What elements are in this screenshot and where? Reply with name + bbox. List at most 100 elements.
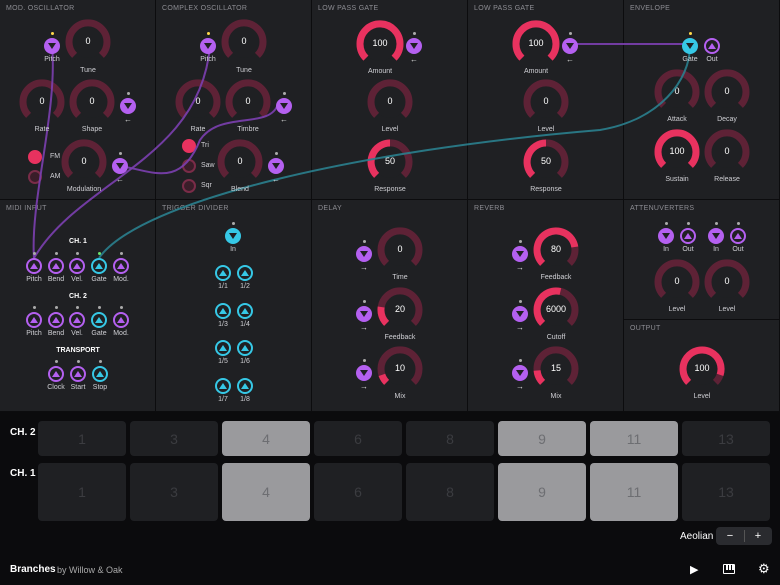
seq-ch2-step-3[interactable]: 3 <box>130 421 218 456</box>
knob-mod-rate[interactable]: 0 <box>17 77 67 127</box>
port-delay-time-in-jack[interactable] <box>356 246 372 262</box>
port-midi-ch2-pitch-jack[interactable] <box>26 312 42 328</box>
knob-mod-modulation[interactable]: 0 <box>59 137 109 187</box>
port-mod-shape-in-jack[interactable] <box>120 98 136 114</box>
knob-delay-time[interactable]: 0 <box>375 225 425 275</box>
sqr-toggle[interactable] <box>182 179 196 193</box>
port-div-1-6-jack[interactable] <box>237 340 253 356</box>
seq-ch2-step-8[interactable]: 8 <box>406 421 494 456</box>
port-midi-ch1-bend-jack[interactable] <box>48 258 64 274</box>
knob-lpg2-response[interactable]: 50 <box>521 137 571 187</box>
seq-ch1-step-6[interactable]: 6 <box>314 463 402 521</box>
port-delay-mix-in-jack[interactable] <box>356 365 372 381</box>
knob-delay-mix[interactable]: 10 <box>375 344 425 394</box>
port-div-1-7-jack[interactable] <box>215 378 231 394</box>
play-icon[interactable]: ▶ <box>690 563 698 576</box>
seq-ch2-step-6[interactable]: 6 <box>314 421 402 456</box>
knob-lpg2-level[interactable]: 0 <box>521 77 571 127</box>
panel-title: MIDI INPUT <box>6 205 47 212</box>
knob-lpg1-level[interactable]: 0 <box>365 77 415 127</box>
port-att2-in-jack[interactable] <box>708 228 724 244</box>
knob-complex-blend[interactable]: 0 <box>215 137 265 187</box>
seq-ch1-step-4[interactable]: 4 <box>222 463 310 521</box>
port-div-1-5-jack[interactable] <box>215 340 231 356</box>
port-midi-ch1-mod-jack[interactable] <box>113 258 129 274</box>
port-label: Start <box>70 384 86 391</box>
port-midi-ch2-bend-jack[interactable] <box>48 312 64 328</box>
port-div-1-3-jack[interactable] <box>215 303 231 319</box>
port-reverb-feedback-in-jack[interactable] <box>512 246 528 262</box>
knob-lpg1-amount[interactable]: 100 <box>354 18 406 70</box>
port-midi-ch1-gate-jack[interactable] <box>91 258 107 274</box>
port-complex-timbre-in-jack[interactable] <box>276 98 292 114</box>
gear-icon[interactable]: ⚙ <box>758 561 770 577</box>
triangle-up-icon <box>30 317 38 323</box>
seq-ch1-step-9[interactable]: 9 <box>498 463 586 521</box>
knob-attenuverter-level-2[interactable]: 0 <box>702 257 752 307</box>
knob-env-attack[interactable]: 0 <box>652 67 702 117</box>
seq-ch2-step-13[interactable]: 13 <box>682 421 770 456</box>
port-att1-out-jack[interactable] <box>680 228 696 244</box>
tri-toggle[interactable] <box>182 139 196 153</box>
scale-plus-button[interactable]: + <box>744 527 772 545</box>
seq-ch1-step-13[interactable]: 13 <box>682 463 770 521</box>
saw-toggle[interactable] <box>182 159 196 173</box>
port-div-1-8-jack[interactable] <box>237 378 253 394</box>
port-start-jack[interactable] <box>70 366 86 382</box>
seq-ch1-step-1[interactable]: 1 <box>38 463 126 521</box>
seq-ch2-step-1[interactable]: 1 <box>38 421 126 456</box>
port-div-1-4-jack[interactable] <box>237 303 253 319</box>
port-midi-ch2-vel-jack[interactable] <box>69 312 85 328</box>
port-reverb-cutoff-in-jack[interactable] <box>512 306 528 322</box>
arrow-icon: → <box>360 263 368 272</box>
knob-complex-timbre[interactable]: 0 <box>223 77 273 127</box>
knob-mod-tune[interactable]: 0 <box>63 17 113 67</box>
knob-lpg1-response[interactable]: 50 <box>365 137 415 187</box>
port-midi-ch1-pitch-jack[interactable] <box>26 258 42 274</box>
port-midi-ch2-gate-jack[interactable] <box>91 312 107 328</box>
knob-env-decay[interactable]: 0 <box>702 67 752 117</box>
port-env-gate-jack[interactable] <box>682 38 698 54</box>
port-lpg1-in-jack[interactable] <box>406 38 422 54</box>
knob-complex-rate[interactable]: 0 <box>173 77 223 127</box>
seq-ch1-step-3[interactable]: 3 <box>130 463 218 521</box>
port-lpg2-in-jack[interactable] <box>562 38 578 54</box>
port-delay-feedback-in-jack[interactable] <box>356 306 372 322</box>
port-label: 1/4 <box>240 321 250 328</box>
knob-lpg2-amount[interactable]: 100 <box>510 18 562 70</box>
port-div-1-1-jack[interactable] <box>215 265 231 281</box>
knob-complex-tune[interactable]: 0 <box>219 17 269 67</box>
port-trigger-in-jack[interactable] <box>225 228 241 244</box>
port-clock-jack[interactable] <box>48 366 64 382</box>
port-stop-jack[interactable] <box>92 366 108 382</box>
knob-reverb-mix[interactable]: 15 <box>531 344 581 394</box>
am-toggle[interactable] <box>28 170 42 184</box>
port-reverb-mix-in-jack[interactable] <box>512 365 528 381</box>
piano-keys-icon[interactable] <box>723 564 735 574</box>
port-att1-in-jack[interactable] <box>658 228 674 244</box>
port-mod-modulation-in-jack[interactable] <box>112 158 128 174</box>
knob-env-release[interactable]: 0 <box>702 127 752 177</box>
knob-output-level[interactable]: 100 <box>677 344 727 394</box>
port-complex-pitch-jack[interactable] <box>200 38 216 54</box>
seq-ch2-step-9[interactable]: 9 <box>498 421 586 456</box>
port-div-1-2-jack[interactable] <box>237 265 253 281</box>
knob-reverb-cutoff[interactable]: 6000 <box>531 285 581 335</box>
port-att2-out-jack[interactable] <box>730 228 746 244</box>
fm-toggle[interactable] <box>28 150 42 164</box>
knob-reverb-feedback[interactable]: 80 <box>531 225 581 275</box>
port-midi-ch1-vel-jack[interactable] <box>69 258 85 274</box>
knob-env-sustain[interactable]: 100 <box>652 127 702 177</box>
knob-attenuverter-level-1[interactable]: 0 <box>652 257 702 307</box>
port-complex-blend-in-jack[interactable] <box>268 158 284 174</box>
seq-ch1-step-8[interactable]: 8 <box>406 463 494 521</box>
seq-ch1-step-11[interactable]: 11 <box>590 463 678 521</box>
port-midi-ch2-mod-jack[interactable] <box>113 312 129 328</box>
seq-ch2-step-11[interactable]: 11 <box>590 421 678 456</box>
port-mod-pitch-jack[interactable] <box>44 38 60 54</box>
seq-ch2-step-4[interactable]: 4 <box>222 421 310 456</box>
scale-minus-button[interactable]: − <box>716 527 744 545</box>
knob-delay-feedback[interactable]: 20 <box>375 285 425 335</box>
port-env-out-jack[interactable] <box>704 38 720 54</box>
knob-mod-shape[interactable]: 0 <box>67 77 117 127</box>
